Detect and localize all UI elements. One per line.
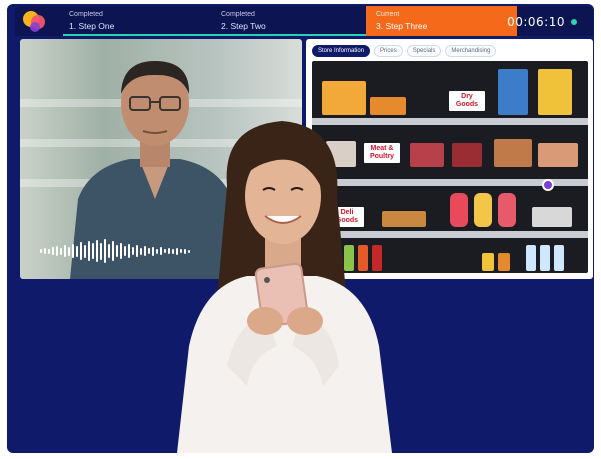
meat-package[interactable] [410, 143, 444, 167]
step-two[interactable]: Completed 2. Step Two [211, 6, 366, 36]
waveform-bar [124, 246, 126, 256]
fruit-cup[interactable] [498, 193, 516, 227]
waveform-bar [148, 248, 150, 254]
waveform-bar [52, 247, 54, 255]
meat-package[interactable] [494, 139, 532, 167]
waveform-bar [56, 246, 58, 256]
waveform-bar [120, 243, 122, 259]
step-three-name: 3. Step Three [376, 21, 428, 31]
woman-with-phone [177, 121, 392, 453]
product-box[interactable] [322, 81, 366, 115]
top-bar: Completed 1. Step One Completed 2. Step … [15, 6, 593, 36]
progress-bar [63, 34, 366, 36]
waveform-bar [132, 247, 134, 255]
water-bottle[interactable] [526, 245, 536, 271]
step-three-current[interactable]: Current 3. Step Three [366, 6, 517, 36]
label-dry-goods[interactable]: Dry Goods [449, 91, 485, 111]
step-one-name: 1. Step One [69, 21, 115, 31]
step-three-status: Current [376, 11, 400, 18]
waveform-bar [76, 245, 78, 257]
waveform-bar [164, 249, 166, 253]
logo-icon [23, 11, 45, 32]
waveform-bar [80, 242, 82, 260]
waveform-bar [64, 245, 66, 257]
deli-tray[interactable] [532, 207, 572, 227]
tab-prices[interactable]: Prices [374, 45, 403, 57]
water-bottle[interactable] [540, 245, 550, 271]
waveform-bar [136, 245, 138, 257]
waveform-bar [84, 244, 86, 258]
recording-dot-icon [571, 19, 577, 25]
waveform-bar [48, 248, 50, 254]
waveform-bar [104, 239, 106, 263]
fruit-cup[interactable] [474, 193, 492, 227]
step-one-status: Completed [69, 11, 103, 18]
app-stage: Completed 1. Step One Completed 2. Step … [7, 4, 594, 453]
water-bottle[interactable] [554, 245, 564, 271]
waveform-bar [92, 243, 94, 259]
waveform-bar [112, 241, 114, 261]
waveform-bar [68, 246, 70, 256]
waveform-bar [72, 244, 74, 258]
store-tabs: Store Information Prices Specials Mercha… [312, 45, 497, 57]
waveform-bar [128, 244, 130, 258]
tab-specials[interactable]: Specials [406, 45, 442, 57]
waveform-bar [60, 247, 62, 255]
drink-can[interactable] [498, 253, 510, 271]
waveform-bar [88, 241, 90, 261]
step-one[interactable]: Completed 1. Step One [59, 6, 209, 36]
waveform-bar [116, 245, 118, 257]
product-box[interactable] [538, 69, 572, 115]
waveform-bar [108, 244, 110, 258]
waveform-bar [40, 249, 42, 253]
waveform-bar [140, 247, 142, 255]
waveform-bar [152, 246, 154, 256]
step-two-name: 2. Step Two [221, 21, 266, 31]
waveform-bar [144, 246, 146, 256]
waveform-bar [156, 248, 158, 254]
product-box[interactable] [370, 97, 406, 115]
waveform-bar [44, 248, 46, 254]
session-timer: 00:06:10 [507, 15, 565, 29]
drink-can[interactable] [482, 253, 494, 271]
waveform-bar [160, 247, 162, 255]
step-two-status: Completed [221, 11, 255, 18]
waveform-bar [96, 240, 98, 262]
fruit-cup[interactable] [450, 193, 468, 227]
info-marker-icon[interactable] [542, 179, 554, 191]
product-box[interactable] [498, 69, 528, 115]
meat-package[interactable] [538, 143, 578, 167]
waveform-bar [100, 242, 102, 260]
meat-package[interactable] [452, 143, 482, 167]
tab-merchandising[interactable]: Merchandising [445, 45, 497, 57]
tab-store-information[interactable]: Store Information [312, 45, 371, 57]
